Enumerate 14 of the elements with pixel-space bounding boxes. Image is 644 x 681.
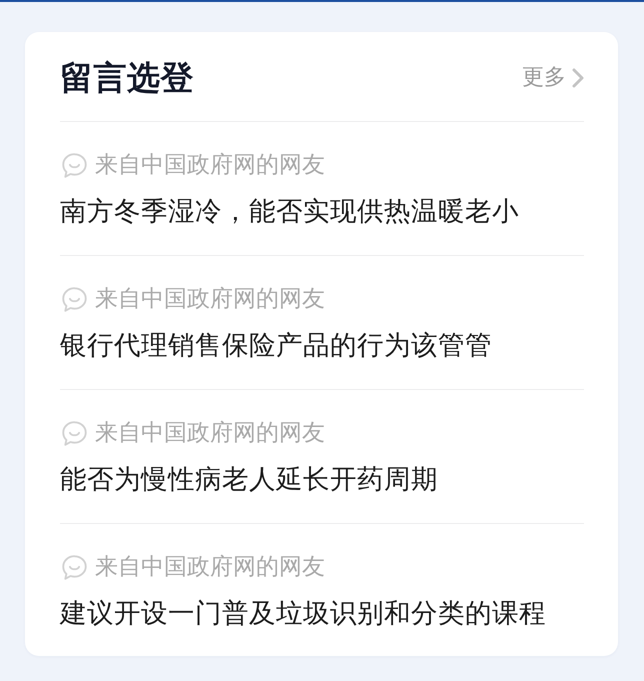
message-title-link[interactable]: 银行代理销售保险产品的行为该管管: [60, 329, 584, 363]
message-source: 来自中国政府网的网友: [95, 285, 325, 314]
chevron-right-icon: [572, 68, 584, 88]
chat-bubble-icon: [62, 420, 87, 446]
message-title-link[interactable]: 南方冬季湿冷，能否实现供热温暖老小: [60, 195, 584, 229]
message-source: 来自中国政府网的网友: [95, 151, 325, 180]
chat-bubble-icon: [62, 286, 87, 312]
message-source: 来自中国政府网的网友: [95, 553, 325, 582]
message-title-link[interactable]: 能否为慢性病老人延长开药周期: [60, 463, 584, 497]
section-title: 留言选登: [60, 56, 194, 98]
chat-bubble-icon: [62, 152, 87, 178]
message-source: 来自中国政府网的网友: [95, 419, 325, 448]
chat-bubble-icon: [62, 554, 87, 580]
message-title-link[interactable]: 建议开设一门普及垃圾识别和分类的课程: [60, 597, 584, 631]
